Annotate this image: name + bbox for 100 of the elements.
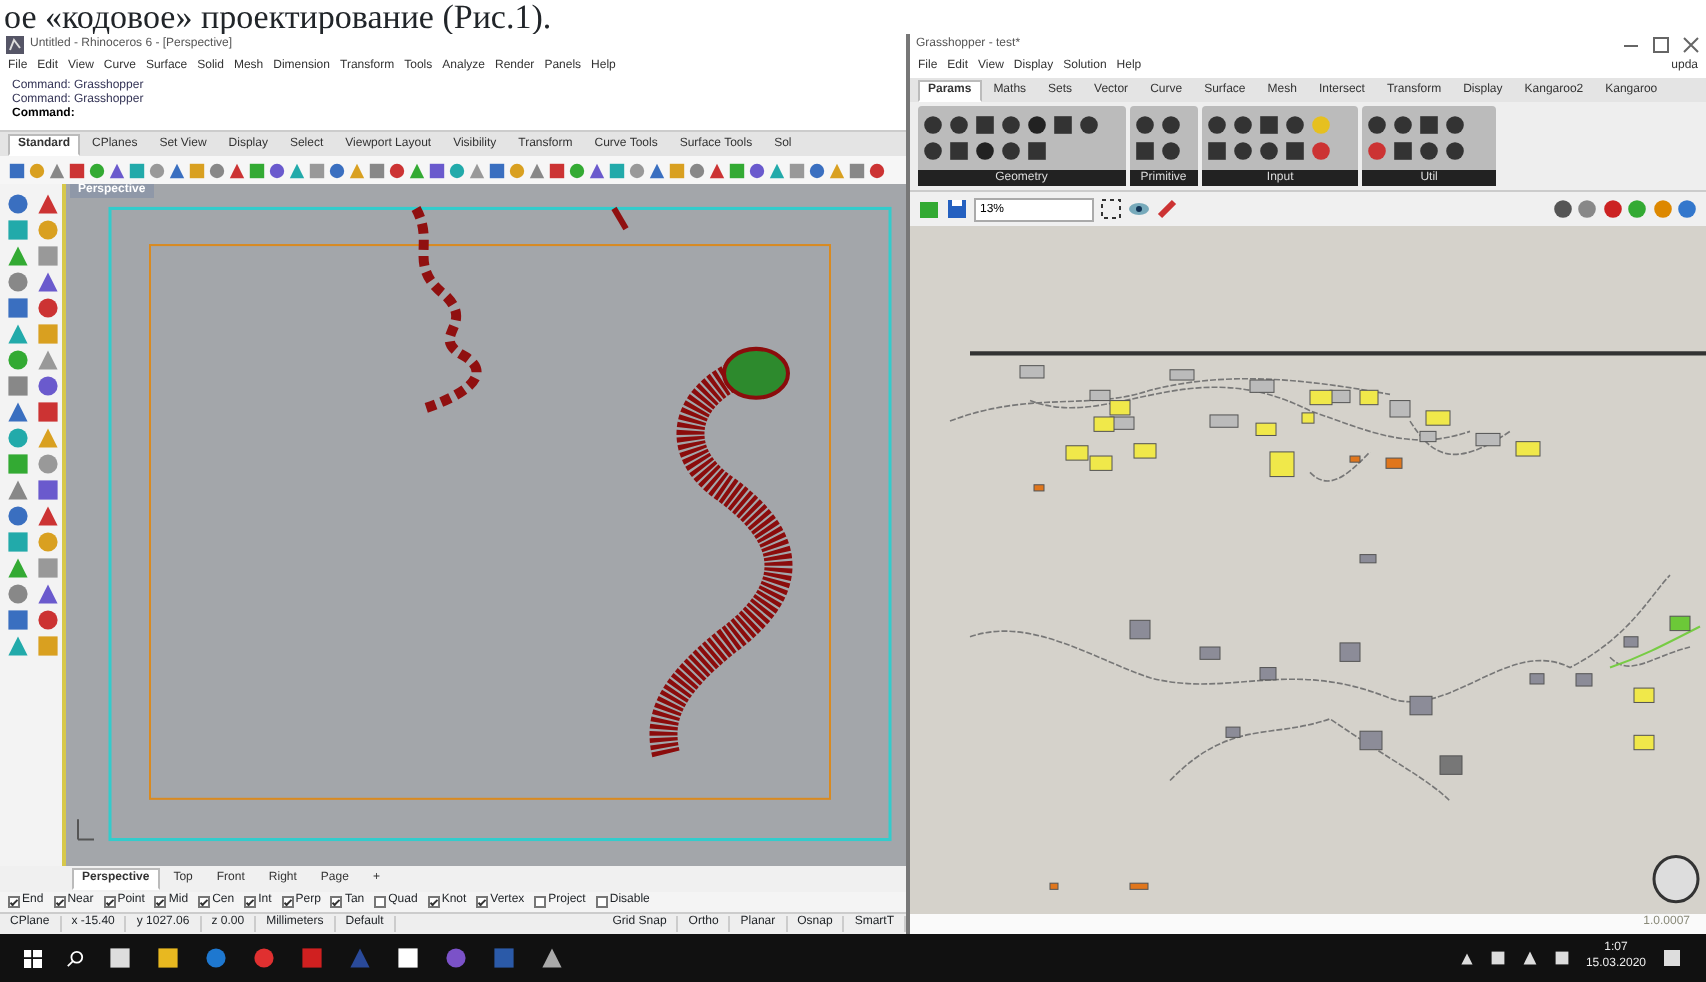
- tool-icon[interactable]: [6, 478, 30, 502]
- component-node[interactable]: [1409, 695, 1433, 716]
- panel-node[interactable]: [1425, 410, 1451, 426]
- preview-icon[interactable]: [1551, 198, 1573, 220]
- tool-icon[interactable]: [6, 348, 30, 372]
- tool-icon[interactable]: [6, 582, 30, 606]
- component-node[interactable]: [1529, 673, 1545, 685]
- panel-node[interactable]: [1133, 443, 1157, 459]
- tool-icon[interactable]: [6, 556, 30, 580]
- component-node[interactable]: [1049, 882, 1059, 890]
- component-icon[interactable]: [1392, 114, 1415, 136]
- tool-icon[interactable]: [6, 322, 30, 346]
- component-icon[interactable]: [1159, 140, 1181, 162]
- tool-icon[interactable]: [36, 296, 60, 320]
- preview-icon[interactable]: [1576, 198, 1598, 220]
- component-icon[interactable]: [1026, 114, 1048, 136]
- component-node[interactable]: [1033, 484, 1045, 492]
- component-node[interactable]: [1575, 673, 1593, 687]
- tool-icon[interactable]: [36, 244, 60, 268]
- component-node[interactable]: [1669, 615, 1691, 632]
- component-node[interactable]: [1199, 646, 1221, 660]
- panel-node[interactable]: [1089, 455, 1113, 471]
- tool-icon[interactable]: [6, 374, 30, 398]
- component-node[interactable]: [1089, 389, 1111, 402]
- component-icon[interactable]: [1206, 140, 1228, 162]
- panel-node[interactable]: [1093, 416, 1115, 432]
- panel-node[interactable]: [1515, 441, 1541, 457]
- panel-node[interactable]: [1255, 422, 1277, 436]
- component-icon[interactable]: [1258, 114, 1280, 136]
- save-icon[interactable]: [946, 198, 968, 220]
- component-icon[interactable]: [948, 140, 970, 162]
- panel-node[interactable]: [1109, 400, 1131, 416]
- panel-node[interactable]: [1269, 451, 1295, 478]
- component-node[interactable]: [1129, 619, 1151, 640]
- component-node[interactable]: [1389, 400, 1411, 418]
- component-node[interactable]: [1359, 554, 1377, 564]
- component-icon[interactable]: [1206, 114, 1228, 136]
- component-node[interactable]: [1419, 430, 1437, 443]
- component-icon[interactable]: [948, 114, 970, 136]
- tool-icon[interactable]: [36, 556, 60, 580]
- component-icon[interactable]: [1078, 114, 1100, 136]
- tool-icon[interactable]: [6, 634, 30, 658]
- tool-icon[interactable]: [36, 192, 60, 216]
- panel-node[interactable]: [1309, 389, 1333, 406]
- preview-icon[interactable]: [1601, 198, 1623, 220]
- component-node[interactable]: [1339, 642, 1361, 662]
- component-node[interactable]: [1259, 667, 1277, 681]
- tool-icon[interactable]: [36, 374, 60, 398]
- panel-node[interactable]: [1065, 445, 1089, 461]
- tool-icon[interactable]: [6, 192, 30, 216]
- component-icon[interactable]: [1026, 140, 1048, 162]
- panel-node[interactable]: [1301, 412, 1315, 424]
- component-icon[interactable]: [1159, 114, 1181, 136]
- component-node[interactable]: [1169, 369, 1195, 381]
- tool-icon[interactable]: [36, 478, 60, 502]
- component-node[interactable]: [1249, 379, 1275, 393]
- component-node[interactable]: [1359, 730, 1383, 751]
- eye-icon[interactable]: [1128, 198, 1150, 220]
- component-icon[interactable]: [1284, 140, 1306, 162]
- component-icon[interactable]: [1000, 114, 1022, 136]
- tool-icon[interactable]: [6, 530, 30, 554]
- component-icon[interactable]: [1418, 140, 1441, 162]
- component-icon[interactable]: [1052, 114, 1074, 136]
- component-icon[interactable]: [1232, 114, 1254, 136]
- panel-node[interactable]: [1633, 687, 1655, 703]
- component-icon[interactable]: [1133, 114, 1155, 136]
- preview-icon[interactable]: [1676, 198, 1698, 220]
- component-icon[interactable]: [922, 140, 944, 162]
- component-icon[interactable]: [1444, 140, 1467, 162]
- component-icon[interactable]: [1232, 140, 1254, 162]
- component-icon[interactable]: [1000, 140, 1022, 162]
- component-node[interactable]: [1019, 365, 1045, 379]
- search-icon[interactable]: [66, 949, 84, 967]
- component-node[interactable]: [1439, 755, 1463, 775]
- navigation-ball-icon[interactable]: [1652, 855, 1700, 904]
- tool-icon[interactable]: [6, 426, 30, 450]
- panel-node[interactable]: [1359, 389, 1379, 406]
- tool-icon[interactable]: [36, 504, 60, 528]
- component-icon[interactable]: [1444, 114, 1467, 136]
- component-icon[interactable]: [1284, 114, 1306, 136]
- close-icon[interactable]: [1682, 36, 1700, 54]
- component-node[interactable]: [1129, 882, 1149, 890]
- component-node[interactable]: [1209, 414, 1239, 428]
- component-icon[interactable]: [1133, 140, 1155, 162]
- maximize-icon[interactable]: [1652, 36, 1670, 54]
- component-icon[interactable]: [1418, 114, 1441, 136]
- panel-node[interactable]: [1633, 734, 1655, 751]
- tool-icon[interactable]: [6, 244, 30, 268]
- component-icon[interactable]: [974, 114, 996, 136]
- component-icon[interactable]: [974, 140, 996, 162]
- tool-icon[interactable]: [36, 348, 60, 372]
- component-node[interactable]: [1385, 457, 1403, 469]
- tool-icon[interactable]: [6, 452, 30, 476]
- caret-icon[interactable]: [1459, 951, 1474, 965]
- tool-icon[interactable]: [36, 582, 60, 606]
- component-node[interactable]: [1623, 636, 1639, 648]
- tool-icon[interactable]: [6, 218, 30, 242]
- component-node[interactable]: [1349, 455, 1361, 463]
- tool-icon[interactable]: [6, 608, 30, 632]
- tool-icon[interactable]: [36, 452, 60, 476]
